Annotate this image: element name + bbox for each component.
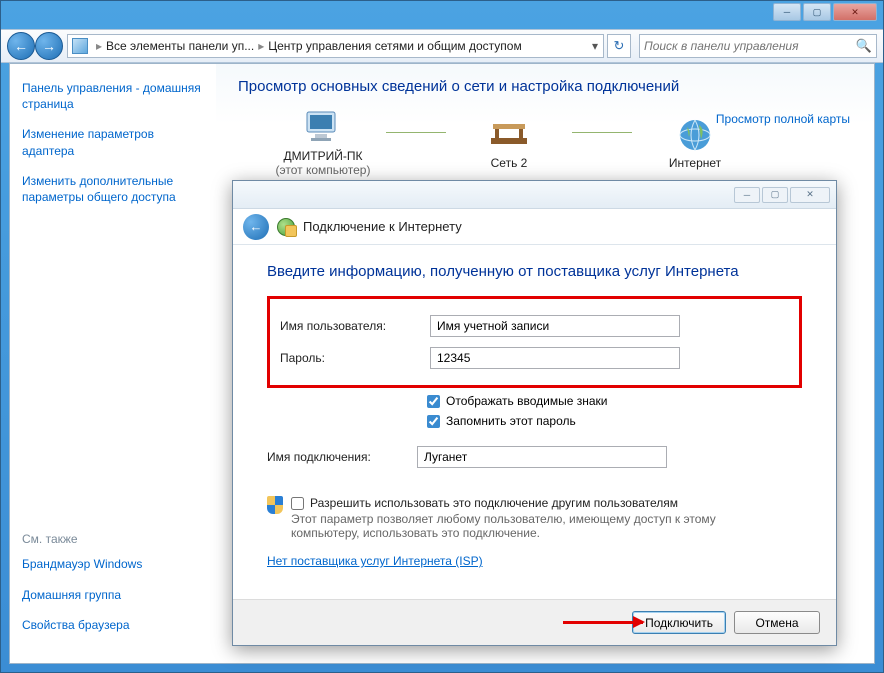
breadcrumb-part-2[interactable]: Центр управления сетями и общим доступом [268,39,522,53]
allow-others-checkbox[interactable] [291,497,304,510]
username-label: Имя пользователя: [280,319,430,333]
dialog-minimize-button[interactable]: ─ [734,187,760,203]
control-panel-icon [72,38,88,54]
remember-password-label: Запомнить этот пароль [446,414,576,428]
node-name: Интернет [669,156,721,170]
net-line [386,132,446,133]
forward-button[interactable]: → [35,32,63,60]
dialog-heading: Введите информацию, полученную от постав… [267,263,802,280]
network-icon [488,116,530,154]
connection-name-input[interactable] [417,446,667,468]
chevron-right-icon: ▸ [96,39,102,53]
dialog-maximize-button[interactable]: ▢ [762,187,788,203]
password-input[interactable] [430,347,680,369]
password-label: Пароль: [280,351,430,365]
node-this-pc: ДМИТРИЙ-ПК (этот компьютер) [268,109,378,177]
globe-icon [674,116,716,154]
computer-icon [302,109,344,147]
back-button[interactable]: ← [7,32,35,60]
allow-others-label: Разрешить использовать это подключение д… [310,496,678,510]
internet-connection-icon [277,218,295,236]
breadcrumb[interactable]: ▸ Все элементы панели уп... ▸ Центр упра… [67,34,604,58]
refresh-button[interactable]: ↻ [607,34,631,58]
credentials-highlight: Имя пользователя: Пароль: [267,296,802,388]
dialog-body: Введите информацию, полученную от постав… [233,245,836,599]
dialog-close-button[interactable]: ✕ [790,187,830,203]
search-input[interactable] [644,39,856,53]
dialog-back-button[interactable]: ← [243,214,269,240]
breadcrumb-dropdown[interactable]: ▾ [587,39,603,53]
nav-toolbar: ← → ▸ Все элементы панели уп... ▸ Центр … [1,29,883,63]
breadcrumb-part-1[interactable]: Все элементы панели уп... [106,39,254,53]
node-network: Сеть 2 [454,116,564,170]
sidebar-firewall-link[interactable]: Брандмауэр Windows [22,556,204,572]
dialog-footer: Подключить Отмена [233,599,836,645]
minimize-button[interactable]: ─ [773,3,801,21]
page-title: Просмотр основных сведений о сети и наст… [238,78,852,95]
node-name: Сеть 2 [491,156,528,170]
node-name: ДМИТРИЙ-ПК [284,149,363,163]
dialog-title-bar: ─ ▢ ✕ [233,181,836,209]
full-map-link[interactable]: Просмотр полной карты [716,112,850,126]
connection-name-label: Имя подключения: [267,450,417,464]
close-button[interactable]: ✕ [833,3,877,21]
show-chars-label: Отображать вводимые знаки [446,394,607,408]
chevron-right-icon: ▸ [258,39,264,53]
annotation-arrow [563,621,643,624]
title-bar: ─ ▢ ✕ [1,1,883,29]
no-isp-link[interactable]: Нет поставщика услуг Интернета (ISP) [267,554,483,568]
node-sub: (этот компьютер) [276,163,371,177]
sidebar: Панель управления - домашняя страница Из… [10,64,216,663]
see-also-heading: См. также [22,532,204,546]
allow-others-description: Этот параметр позволяет любому пользоват… [291,512,751,540]
sidebar-home-link[interactable]: Панель управления - домашняя страница [22,80,204,112]
dialog-title: Подключение к Интернету [303,219,462,234]
remember-password-checkbox[interactable] [427,415,440,428]
username-input[interactable] [430,315,680,337]
connect-button[interactable]: Подключить [632,611,726,634]
shield-icon [267,496,283,514]
show-chars-checkbox[interactable] [427,395,440,408]
dialog-header: ← Подключение к Интернету [233,209,836,245]
maximize-button[interactable]: ▢ [803,3,831,21]
net-line [572,132,632,133]
connection-dialog: ─ ▢ ✕ ← Подключение к Интернету Введите … [232,180,837,646]
sidebar-browser-link[interactable]: Свойства браузера [22,617,204,633]
sidebar-sharing-link[interactable]: Изменить дополнительные параметры общего… [22,173,204,205]
search-box[interactable]: 🔍 [639,34,877,58]
search-icon: 🔍 [856,38,872,54]
sidebar-adapter-link[interactable]: Изменение параметров адаптера [22,126,204,158]
cancel-button[interactable]: Отмена [734,611,820,634]
sidebar-homegroup-link[interactable]: Домашняя группа [22,587,204,603]
